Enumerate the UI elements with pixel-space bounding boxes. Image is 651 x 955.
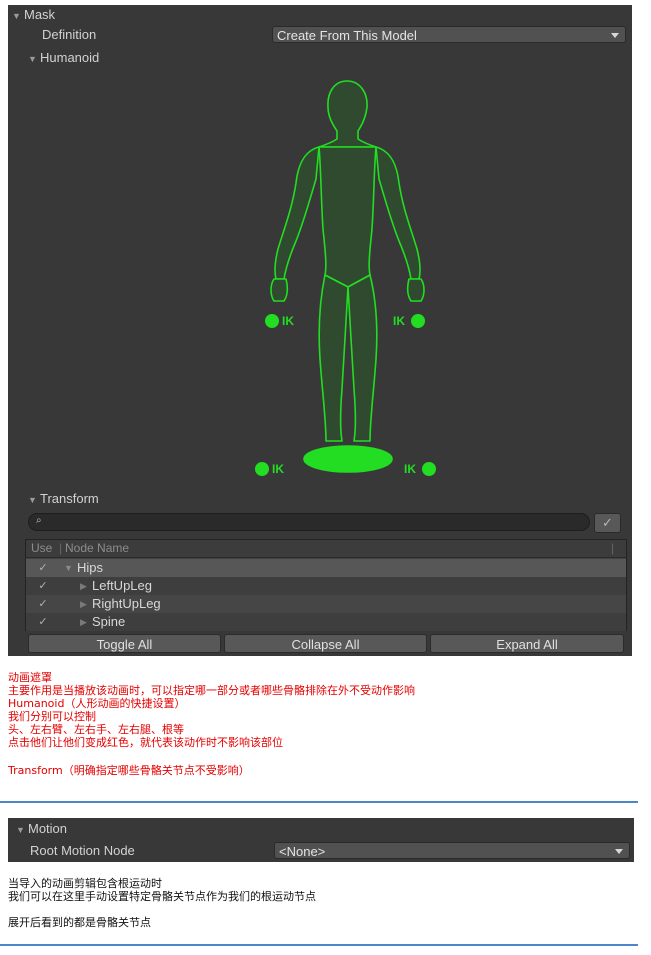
column-use: Use [31, 541, 53, 555]
avatar-body-mask: IK IK IK IK [8, 69, 632, 487]
use-checkbox[interactable]: ✓ [37, 616, 49, 628]
tree-row-spine[interactable]: ✓ ▶ Spine [26, 613, 626, 631]
note-line: 我们可以在这里手动设置特定骨骼关节点作为我们的根运动节点 [8, 890, 316, 903]
motion-foldout[interactable]: ▼ Motion [8, 819, 634, 839]
motion-panel: ▼ Motion Root Motion Node <None> [8, 818, 634, 862]
ik-right-foot-dot[interactable] [422, 462, 436, 476]
definition-label: Definition [42, 27, 97, 42]
humanoid-label: Humanoid [40, 50, 100, 65]
note-line: 主要作用是当播放该动画时，可以指定哪一部分或者哪些骨骼排除在外不受动作影响 [8, 684, 415, 697]
tree-row-rightupleg[interactable]: ✓ ▶ RightUpLeg [26, 595, 626, 613]
expand-open-icon[interactable]: ▼ [64, 559, 73, 577]
use-checkbox[interactable]: ✓ [37, 598, 49, 610]
ik-left-foot-dot[interactable] [255, 462, 269, 476]
foldout-open-icon: ▼ [28, 54, 37, 64]
body-part-right-hand[interactable] [406, 278, 425, 302]
foldout-open-icon: ▼ [16, 825, 25, 835]
foldout-open-icon: ▼ [12, 11, 21, 21]
use-checkbox[interactable]: ✓ [37, 580, 49, 592]
note-line: 我们分别可以控制 [8, 710, 96, 723]
transform-foldout[interactable]: ▼ Transform [8, 489, 632, 509]
note-line [8, 749, 415, 762]
note-line: 头、左右臂、左右手、左右腿、根等 [8, 723, 184, 736]
body-part-left-leg[interactable] [318, 274, 349, 442]
ik-left-foot-label: IK [272, 462, 284, 476]
collapse-all-button[interactable]: Collapse All [224, 634, 427, 653]
motion-header: Motion [28, 821, 68, 836]
dropdown-arrow-icon [611, 33, 619, 38]
apply-filter-button[interactable]: ✓ [594, 513, 621, 533]
ik-left-hand-dot[interactable] [265, 314, 279, 328]
body-part-left-arm[interactable] [274, 146, 320, 280]
column-divider: | [610, 541, 614, 555]
expand-all-button[interactable]: Expand All [430, 634, 624, 653]
checkmark-icon: ✓ [602, 515, 613, 530]
mask-header: Mask [24, 7, 56, 22]
tree-header: Use | Node Name | [26, 540, 626, 558]
node-name: Hips [77, 560, 104, 575]
humanoid-figure: IK IK IK IK [255, 80, 436, 476]
search-icon: ⌕ [36, 515, 42, 526]
motion-notes: 当导入的动画剪辑包含根运动时 我们可以在这里手动设置特定骨骼关节点作为我们的根运… [8, 877, 316, 929]
note-line: Transform（明确指定哪些骨骼关节点不受影响） [8, 764, 250, 777]
mask-panel: ▼ Mask Definition Create From This Model … [8, 5, 632, 656]
body-part-root[interactable] [303, 445, 393, 473]
tree-row-leftupleg[interactable]: ✓ ▶ LeftUpLeg [26, 577, 626, 595]
node-name: Spine [92, 614, 126, 629]
mask-notes: 动画遮罩 主要作用是当播放该动画时，可以指定哪一部分或者哪些骨骼排除在外不受动作… [8, 671, 415, 777]
expand-closed-icon[interactable]: ▶ [80, 595, 87, 613]
node-name: LeftUpLeg [92, 578, 152, 593]
note-line: 点击他们让他们变成红色，就代表该动作时不影响该部位 [8, 736, 283, 749]
foldout-open-icon: ▼ [28, 495, 37, 505]
note-line [8, 903, 316, 916]
node-name: RightUpLeg [92, 596, 161, 611]
body-part-left-hand[interactable] [270, 278, 289, 302]
root-motion-value: <None> [279, 844, 326, 859]
expand-closed-icon[interactable]: ▶ [80, 577, 87, 595]
body-part-right-arm[interactable] [375, 146, 421, 280]
body-part-body[interactable] [318, 146, 377, 288]
note-line: Humanoid（人形动画的快捷设置） [8, 697, 186, 710]
dropdown-arrow-icon [615, 849, 623, 854]
tree-row-hips[interactable]: ✓ ▼ Hips [26, 559, 626, 577]
ik-right-hand-dot[interactable] [411, 314, 425, 328]
root-motion-dropdown[interactable]: <None> [274, 842, 630, 859]
humanoid-foldout[interactable]: ▼ Humanoid [8, 48, 632, 68]
body-part-head[interactable] [318, 80, 377, 148]
definition-value: Create From This Model [277, 28, 417, 43]
transform-header: Transform [40, 491, 99, 506]
ik-left-hand-label: IK [282, 314, 294, 328]
root-motion-label: Root Motion Node [30, 843, 135, 858]
column-node-name: Node Name [65, 541, 130, 555]
note-line: 当导入的动画剪辑包含根运动时 [8, 877, 162, 890]
use-checkbox[interactable]: ✓ [37, 562, 49, 574]
node-tree: Use | Node Name | ✓ ▼ Hips ✓ ▶ LeftUpLeg… [25, 539, 627, 631]
ik-right-hand-label: IK [393, 314, 405, 328]
definition-dropdown[interactable]: Create From This Model [272, 26, 626, 43]
section-divider [0, 801, 638, 803]
expand-closed-icon[interactable]: ▶ [80, 613, 87, 631]
body-part-right-leg[interactable] [347, 274, 378, 442]
mask-foldout[interactable]: ▼ Mask [8, 5, 632, 25]
section-divider [0, 944, 638, 946]
ik-right-foot-label: IK [404, 462, 416, 476]
note-line: 展开后看到的都是骨骼关节点 [8, 916, 151, 929]
note-line: 动画遮罩 [8, 671, 52, 684]
column-divider: | [59, 541, 63, 555]
toggle-all-button[interactable]: Toggle All [28, 634, 221, 653]
search-input[interactable]: ⌕ [28, 513, 590, 531]
